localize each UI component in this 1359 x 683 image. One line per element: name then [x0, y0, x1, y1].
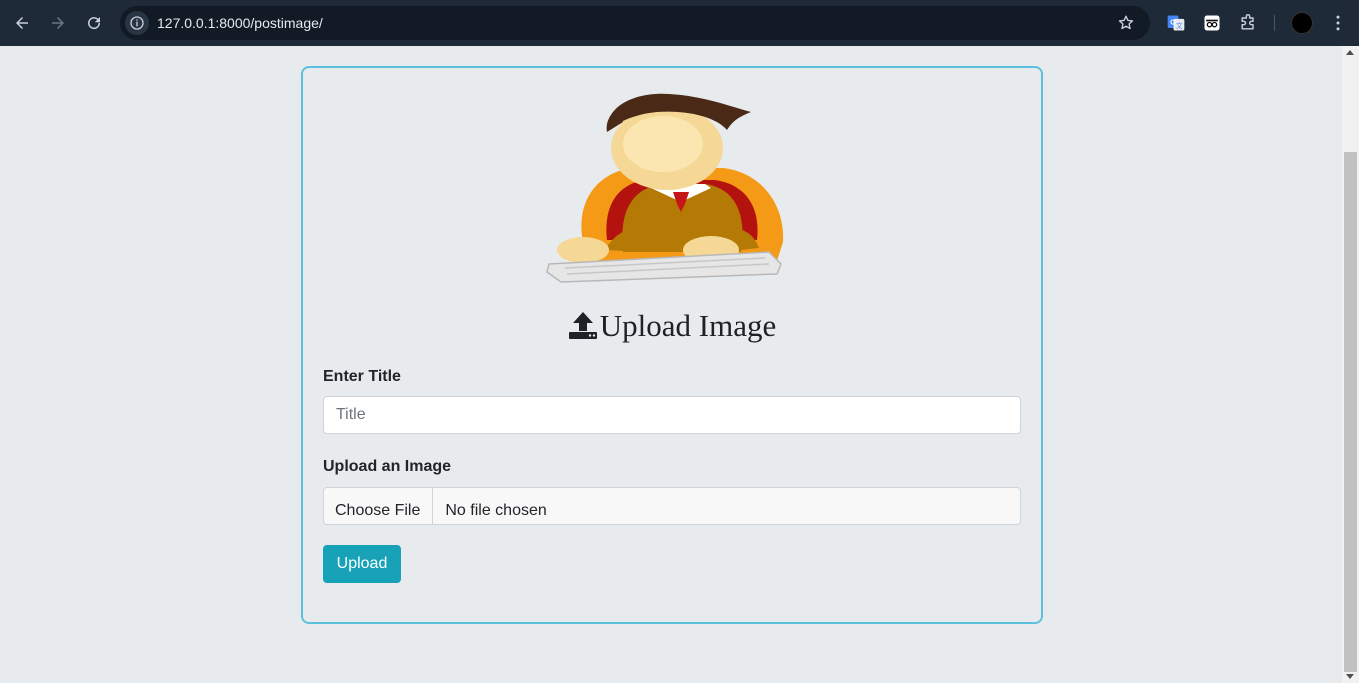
page-title-text: Upload Image — [599, 308, 777, 343]
browser-toolbar: 127.0.0.1:8000/postimage/ G文 — [0, 0, 1359, 46]
typing-person-illustration — [546, 93, 784, 283]
scroll-down-arrow-icon[interactable] — [1346, 674, 1354, 679]
profile-avatar[interactable] — [1291, 12, 1313, 34]
file-status-text: No file chosen — [445, 502, 547, 519]
forward-arrow-icon — [52, 17, 64, 29]
title-input[interactable] — [323, 396, 1021, 434]
upload-card: Upload Image Enter Title Upload an Image… — [301, 66, 1043, 624]
title-label: Enter Title — [323, 368, 401, 385]
reload-icon — [88, 17, 101, 30]
image-file-input[interactable]: Choose File No file chosen — [323, 487, 1021, 525]
address-bar[interactable]: 127.0.0.1:8000/postimage/ — [120, 6, 1150, 40]
star-icon[interactable] — [1116, 13, 1136, 33]
upload-button[interactable]: Upload — [323, 545, 401, 583]
url-text: 127.0.0.1:8000/postimage/ — [157, 15, 323, 31]
scroll-up-arrow-icon[interactable] — [1346, 50, 1354, 55]
kebab-menu-icon[interactable] — [1326, 11, 1350, 35]
info-icon[interactable] — [125, 11, 149, 35]
back-arrow-icon — [16, 17, 28, 29]
svg-text:文: 文 — [1176, 21, 1183, 30]
scroll-thumb[interactable] — [1344, 152, 1357, 672]
page-title: Upload Image — [303, 308, 1041, 344]
image-label: Upload an Image — [323, 458, 452, 475]
forward-button[interactable] — [40, 5, 76, 41]
page-scrollbar[interactable] — [1342, 46, 1359, 683]
puzzle-icon[interactable] — [1236, 11, 1260, 35]
toolbar-divider — [1274, 15, 1275, 31]
upload-icon — [568, 312, 597, 339]
translate-icon[interactable]: G文 — [1164, 11, 1188, 35]
back-button[interactable] — [4, 5, 40, 41]
glasses-icon[interactable] — [1200, 11, 1224, 35]
choose-file-button[interactable]: Choose File — [324, 488, 434, 524]
reload-button[interactable] — [76, 5, 112, 41]
